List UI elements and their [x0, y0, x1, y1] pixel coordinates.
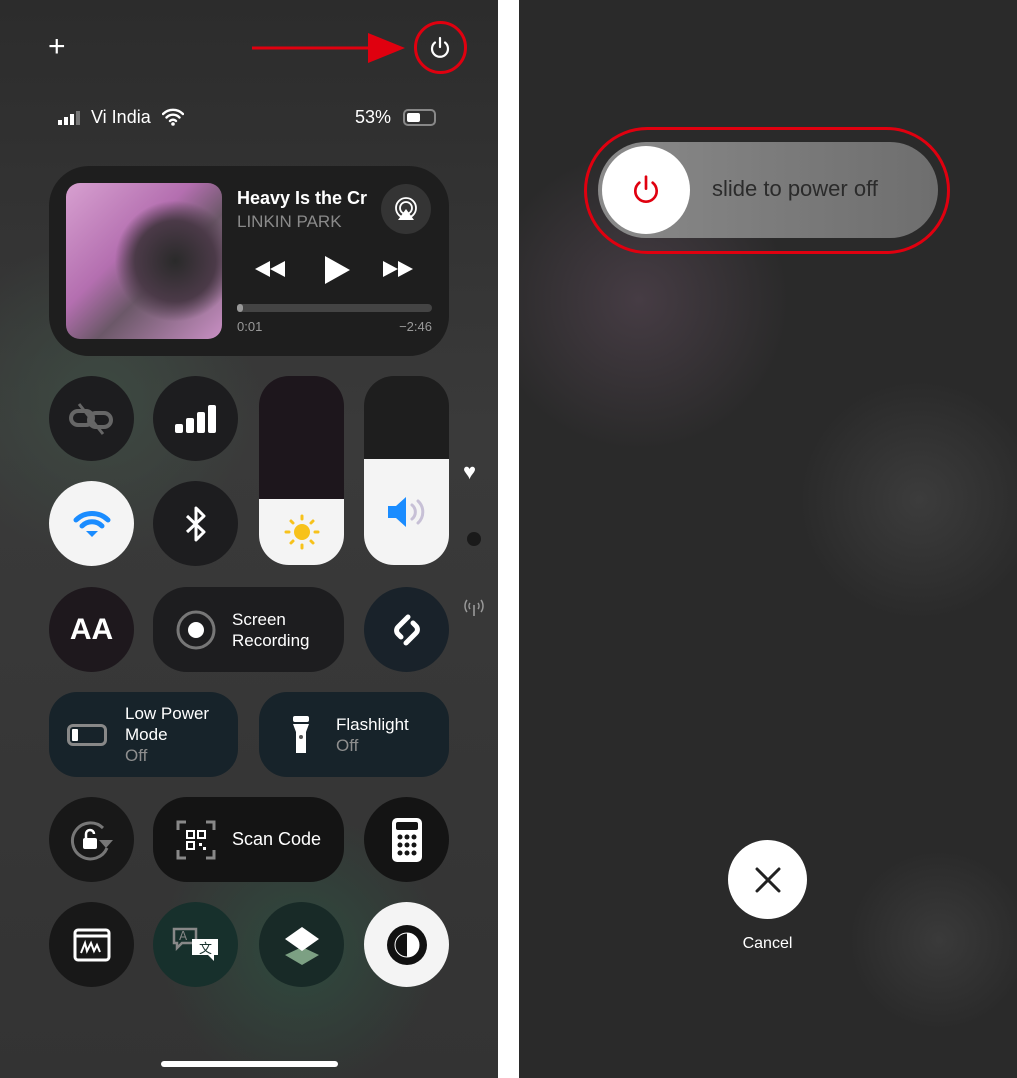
brightness-slider[interactable]	[259, 376, 344, 565]
cellular-data-toggle[interactable]	[153, 376, 238, 461]
battery-low-icon	[67, 723, 107, 746]
text-size-button[interactable]: AA	[49, 587, 134, 672]
shazam-icon	[393, 614, 420, 645]
play-icon[interactable]	[322, 254, 352, 286]
connectivity-page-icon[interactable]	[462, 597, 486, 617]
power-off-screen: slide to power off Cancel	[519, 0, 1017, 1078]
track-artist: LINKIN PARK	[237, 212, 342, 231]
flashlight-icon	[293, 715, 309, 753]
low-power-state: Off	[125, 746, 148, 765]
cancel-button[interactable]	[728, 840, 807, 919]
remaining-time: −2:46	[399, 319, 432, 334]
screen-recording-button[interactable]: Screen Recording	[153, 587, 344, 672]
volume-slider[interactable]	[364, 376, 449, 565]
svg-text:A: A	[179, 929, 188, 943]
dark-mode-icon	[386, 924, 427, 965]
speaker-icon	[387, 497, 424, 528]
translate-icon: A文	[172, 927, 218, 961]
quick-note-button[interactable]	[49, 902, 134, 987]
record-icon	[176, 610, 216, 649]
translate-button[interactable]: A文	[153, 902, 238, 987]
quick-note-icon	[73, 928, 110, 961]
scan-code-button[interactable]: Scan Code	[153, 797, 344, 882]
scan-code-label: Scan Code	[232, 829, 322, 849]
low-power-mode-button[interactable]: Low Power Mode Off	[49, 692, 238, 777]
layers-icon	[284, 926, 319, 965]
svg-text:文: 文	[199, 942, 212, 957]
battery-icon	[403, 109, 436, 126]
track-title: Heavy Is the Cr	[237, 188, 368, 208]
page-dot[interactable]	[467, 532, 481, 546]
airplay-icon	[395, 197, 417, 220]
low-power-label-1: Low Power	[125, 704, 210, 723]
cancel-label: Cancel	[742, 935, 793, 952]
carrier-name: Vi India	[91, 107, 151, 127]
personal-hotspot-icon	[68, 402, 113, 435]
power-icon	[634, 175, 658, 203]
playback-scrubber[interactable]	[237, 304, 432, 312]
fast-forward-icon[interactable]	[383, 258, 415, 280]
elapsed-time: 0:01	[237, 319, 263, 334]
flashlight-button[interactable]: Flashlight Off	[259, 692, 449, 777]
text-size-icon: AA	[69, 612, 114, 646]
annotation-arrow	[252, 33, 405, 63]
bluetooth-icon	[185, 506, 205, 541]
rewind-icon[interactable]	[255, 258, 287, 280]
power-icon[interactable]	[428, 36, 452, 60]
control-center-panel: + Vi India 53% Heavy Is the Cr LINKIN PA…	[0, 0, 498, 1078]
wifi-toggle[interactable]	[49, 481, 134, 566]
rotation-lock-icon	[70, 820, 113, 860]
home-indicator[interactable]	[161, 1061, 338, 1067]
hotspot-toggle[interactable]	[49, 376, 134, 461]
calculator-icon	[391, 817, 422, 862]
airplay-button[interactable]	[381, 184, 431, 234]
screen-recording-label-1: Screen	[232, 609, 286, 629]
shortcuts-button[interactable]	[259, 902, 344, 987]
now-playing-module: Heavy Is the Cr LINKIN PARK 0:01 −2:46	[49, 166, 449, 356]
flashlight-state: Off	[336, 735, 359, 755]
close-icon	[755, 867, 780, 892]
wifi-icon	[73, 510, 110, 537]
battery-percent: 53%	[355, 107, 392, 127]
bluetooth-toggle[interactable]	[153, 481, 238, 566]
album-artwork[interactable]	[66, 183, 222, 339]
qr-code-icon	[176, 820, 216, 859]
slide-to-power-off-slider[interactable]: slide to power off	[598, 142, 938, 238]
dark-mode-button[interactable]	[364, 902, 449, 987]
cellular-bars-icon	[174, 404, 216, 433]
power-off-knob[interactable]	[602, 146, 690, 234]
screen-recording-label-2: Recording	[232, 630, 310, 650]
shazam-button[interactable]	[364, 587, 449, 672]
orientation-lock-button[interactable]	[49, 797, 134, 882]
sun-icon	[284, 514, 319, 550]
add-controls-button[interactable]: +	[48, 30, 66, 64]
wifi-status-icon	[162, 108, 184, 126]
slide-to-power-off-label: slide to power off	[712, 176, 878, 201]
favorites-page-icon[interactable]: ♥	[463, 459, 476, 485]
cellular-signal-icon	[58, 111, 80, 125]
flashlight-label: Flashlight	[336, 714, 409, 734]
low-power-label-2: Mode	[125, 725, 168, 744]
calculator-button[interactable]	[364, 797, 449, 882]
